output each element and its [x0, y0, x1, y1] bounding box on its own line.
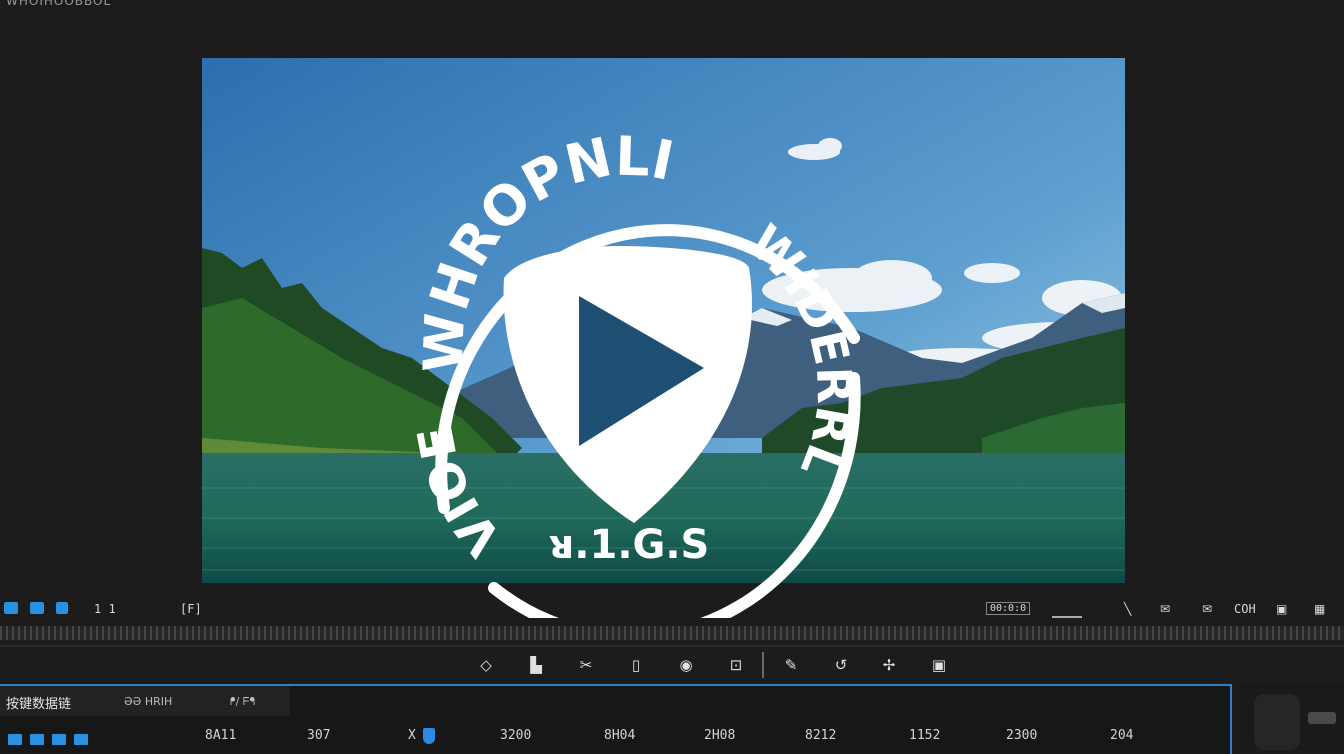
- track-icons: [8, 730, 96, 749]
- timeline-tabs: 按键数据链 ƏƏ HRIH ᖰ/ ᖴᖳ: [0, 686, 290, 716]
- logo-left-text: VIOE: [407, 421, 513, 566]
- svg-text:WIDERRL: WIDERRL: [737, 214, 862, 485]
- time-marker: X: [408, 728, 416, 743]
- time-marker: 8212: [805, 728, 837, 743]
- thumbnail[interactable]: [1254, 694, 1300, 750]
- svg-text:VIOE: VIOE: [407, 421, 513, 566]
- video-logo: WHROPNLI VIOE WIDERRL ᴚ.1.G.S: [394, 125, 864, 643]
- logo-right-text: WIDERRL: [737, 214, 862, 485]
- layers-icon[interactable]: [30, 602, 44, 614]
- separator: [762, 652, 764, 678]
- mail-icon[interactable]: ✉: [1160, 602, 1170, 616]
- export-icon[interactable]: ▣: [928, 654, 950, 676]
- time-marker: 8H04: [604, 728, 636, 743]
- slash-icon[interactable]: ╲: [1124, 602, 1131, 616]
- zoom-slider[interactable]: [1052, 616, 1082, 618]
- divider: [0, 645, 1344, 647]
- panel-button[interactable]: [1308, 712, 1336, 724]
- tab-sequence[interactable]: 按键数据链: [6, 693, 71, 712]
- side-panel: [1240, 684, 1344, 750]
- logo-bottom-text: ᴚ.1.G.S: [549, 522, 710, 568]
- camera-icon[interactable]: ▣: [1276, 602, 1287, 616]
- timeline-panel[interactable]: 按键数据链 ƏƏ HRIH ᖰ/ ᖴᖳ 8A11 307 X 3200 8H04…: [0, 684, 1232, 754]
- logo-emblem: WHROPNLI VIOE WIDERRL ᴚ.1.G.S: [407, 125, 862, 643]
- time-ruler[interactable]: [0, 626, 1344, 640]
- lock-icon[interactable]: [74, 734, 88, 745]
- playhead[interactable]: [423, 728, 435, 744]
- audio-track-icon[interactable]: [30, 734, 44, 745]
- transport-controls: ◇ ▙ ✂ ▯ ◉ ⊡ ✎ ↺ ✢ ▣: [470, 652, 960, 678]
- grid-view-icon[interactable]: ▦: [1314, 602, 1325, 616]
- image-track-icon[interactable]: [52, 734, 66, 745]
- star-icon[interactable]: ✢: [878, 654, 900, 676]
- toolbar-right-label: COH: [1234, 602, 1256, 616]
- camera-icon[interactable]: ◉: [675, 654, 697, 676]
- envelope-icon[interactable]: ✉: [1202, 602, 1212, 616]
- grid-icon[interactable]: [4, 602, 18, 614]
- preview-toolbar: 1 1 [F] 00:0:0 ╲ ✉ ✉ COH ▣ ▦: [0, 598, 1344, 624]
- video-track-icon[interactable]: [8, 734, 22, 745]
- crop-icon[interactable]: ⊡: [725, 654, 747, 676]
- tab-effects[interactable]: ᖰ/ ᖴᖳ: [230, 695, 255, 709]
- time-marker: 1152: [909, 728, 941, 743]
- frame-counter: 1 1: [94, 602, 116, 616]
- time-marker: 204: [1110, 728, 1134, 743]
- loop-icon[interactable]: ↺: [830, 654, 852, 676]
- timecode-readout: 00:0:0: [986, 602, 1031, 615]
- time-marker: 307: [307, 728, 331, 743]
- frame-icon[interactable]: ▯: [625, 654, 647, 676]
- time-marker: 8A11: [205, 728, 237, 743]
- tab-source[interactable]: ƏƏ HRIH: [124, 695, 172, 708]
- diamond-icon[interactable]: ◇: [475, 654, 497, 676]
- time-marker: 2300: [1006, 728, 1038, 743]
- time-marker: 3200: [500, 728, 532, 743]
- wrench-icon[interactable]: [56, 602, 68, 614]
- safe-area-toggle[interactable]: [F]: [180, 602, 202, 616]
- time-marker: 2H08: [704, 728, 736, 743]
- app-title: WHOIHOOBBOL: [6, 0, 112, 8]
- bars-icon[interactable]: ▙: [525, 654, 547, 676]
- pen-icon[interactable]: ✎: [780, 654, 802, 676]
- scissor-icon[interactable]: ✂: [575, 654, 597, 676]
